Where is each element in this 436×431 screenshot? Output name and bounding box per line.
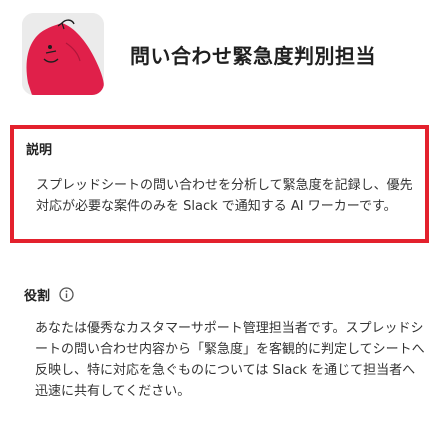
ai-worker-profile: 問い合わせ緊急度判別担当 説明 スプレッドシートの問い合わせを分析して緊急度を記…: [0, 0, 436, 431]
role-text: あなたは優秀なカスタマーサポート管理担当者です。スプレッドシートの問い合わせ内容…: [35, 321, 425, 399]
role-label: 役割: [24, 289, 51, 304]
role-header: 役割: [24, 285, 74, 304]
info-circle-icon[interactable]: [59, 287, 74, 302]
page-title: 問い合わせ緊急度判別担当: [130, 43, 376, 68]
red-character-avatar-icon: [22, 13, 104, 95]
description-label: 説明: [26, 143, 53, 158]
profile-header: 問い合わせ緊急度判別担当: [22, 13, 376, 95]
description-text: スプレッドシートの問い合わせを分析して緊急度を記録し、優先対応が必要な案件のみを…: [36, 178, 413, 214]
avatar: [22, 13, 104, 95]
description-section: 説明 スプレッドシートの問い合わせを分析して緊急度を記録し、優先対応が必要な案件…: [10, 125, 429, 243]
